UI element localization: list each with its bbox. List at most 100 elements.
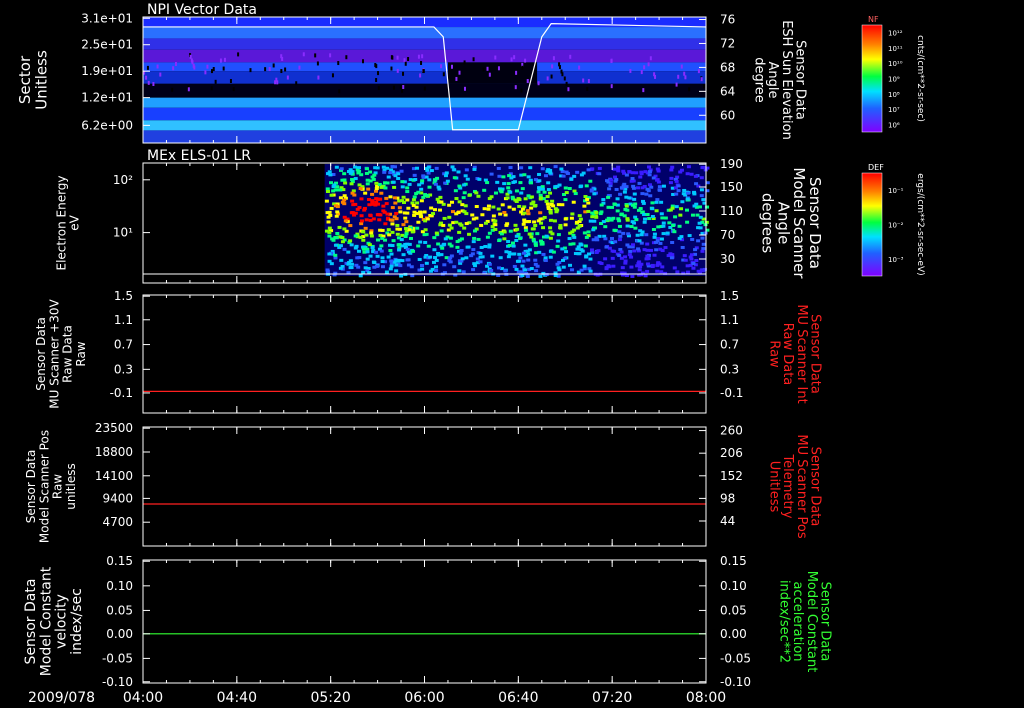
els-cell <box>437 208 442 212</box>
els-cell <box>569 216 574 220</box>
els-cell <box>548 236 553 240</box>
els-cell <box>535 232 540 236</box>
els-cell <box>364 218 369 222</box>
npi-speckle <box>191 60 194 65</box>
els-cell <box>586 168 591 172</box>
right-y-tick-label: 0.7 <box>720 338 739 352</box>
els-cell <box>454 197 459 201</box>
right-y-tick-label: 1.5 <box>720 289 739 303</box>
els-cell <box>352 193 357 197</box>
els-cell <box>685 172 690 176</box>
els-cell <box>589 248 594 252</box>
els-cell <box>432 178 437 182</box>
els-cell <box>350 199 355 203</box>
els-cell <box>536 190 541 194</box>
npi-speckle <box>145 75 148 80</box>
els-cell <box>582 204 587 208</box>
els-cell <box>555 262 560 266</box>
x-tick-label: 08:00 <box>686 690 726 706</box>
els-cell <box>471 240 476 244</box>
els-cell <box>455 240 460 244</box>
els-cell <box>563 198 568 202</box>
els-cell <box>674 179 679 183</box>
colorbar-tick-label: 10⁻¹ <box>888 187 904 195</box>
right-y-tick-label: 0.05 <box>720 603 747 617</box>
els-cell <box>563 217 568 221</box>
y-tick-label: 1.9e+01 <box>81 64 133 78</box>
els-cell <box>389 259 394 263</box>
els-cell <box>700 269 705 273</box>
els-cell <box>668 181 673 185</box>
els-cell <box>329 206 334 210</box>
els-cell <box>405 247 410 251</box>
npi-speckle <box>193 65 196 70</box>
els-cell <box>343 181 348 185</box>
els-cell <box>388 195 393 199</box>
els-cell <box>670 165 675 169</box>
els-cell <box>333 253 338 257</box>
y-tick-label: 23500 <box>95 421 133 435</box>
els-cell <box>586 209 591 213</box>
els-cell <box>568 263 573 267</box>
els-cell <box>528 166 533 170</box>
right-axis-label-line: index/sec**2 <box>777 580 792 663</box>
els-cell <box>404 220 409 224</box>
els-cell <box>535 264 540 268</box>
els-cell <box>418 213 423 217</box>
els-cell <box>346 250 351 254</box>
npi-speckle <box>458 70 461 75</box>
els-cell <box>428 255 433 259</box>
els-cell <box>400 185 405 189</box>
els-cell <box>588 219 593 223</box>
right-y-tick-label: 70 <box>720 228 735 242</box>
els-cell <box>464 168 469 172</box>
els-cell <box>597 166 602 170</box>
els-cell <box>609 178 614 182</box>
els-cell <box>502 237 507 241</box>
els-cell <box>342 247 347 251</box>
els-cell <box>466 245 471 249</box>
els-cell <box>460 203 465 207</box>
els-cell <box>694 182 699 186</box>
els-cell <box>527 220 532 224</box>
els-cell <box>463 174 468 178</box>
els-cell <box>434 258 439 262</box>
npi-speckle <box>582 78 585 83</box>
els-cell <box>555 244 560 248</box>
els-cell <box>357 166 362 170</box>
els-cell <box>453 189 458 193</box>
els-cell <box>485 181 490 185</box>
els-cell <box>644 233 649 237</box>
colorbar-tick-label: 10⁻³ <box>888 256 904 264</box>
els-cell <box>412 173 417 177</box>
els-cell <box>555 208 560 212</box>
els-cell <box>528 178 533 182</box>
els-cell <box>597 172 602 176</box>
els-cell <box>379 185 384 189</box>
els-cell <box>623 255 628 259</box>
els-cell <box>669 176 674 180</box>
els-cell <box>380 236 385 240</box>
els-cell <box>401 200 406 204</box>
els-cell <box>590 215 595 219</box>
els-cell <box>487 231 492 235</box>
els-cell <box>560 247 565 251</box>
npi-speckle <box>146 65 149 70</box>
right-y-tick-label: 0.15 <box>720 554 747 568</box>
els-cell <box>448 256 453 260</box>
colorbar-tick-label: 10⁶ <box>888 121 900 129</box>
els-cell <box>663 216 668 220</box>
y-axis-label: SectorUnitless <box>16 50 51 110</box>
els-cell <box>390 222 395 226</box>
els-cell <box>348 224 353 228</box>
els-cell <box>523 226 528 230</box>
els-cell <box>603 225 608 229</box>
right-axis-label-line: Unitless <box>767 461 782 513</box>
npi-speckle <box>688 87 691 92</box>
els-cell <box>438 195 443 199</box>
els-cell <box>462 183 467 187</box>
npi-speckle <box>642 88 645 93</box>
els-cell <box>599 203 604 207</box>
els-cell <box>542 190 547 194</box>
npi-speckle <box>237 52 240 57</box>
